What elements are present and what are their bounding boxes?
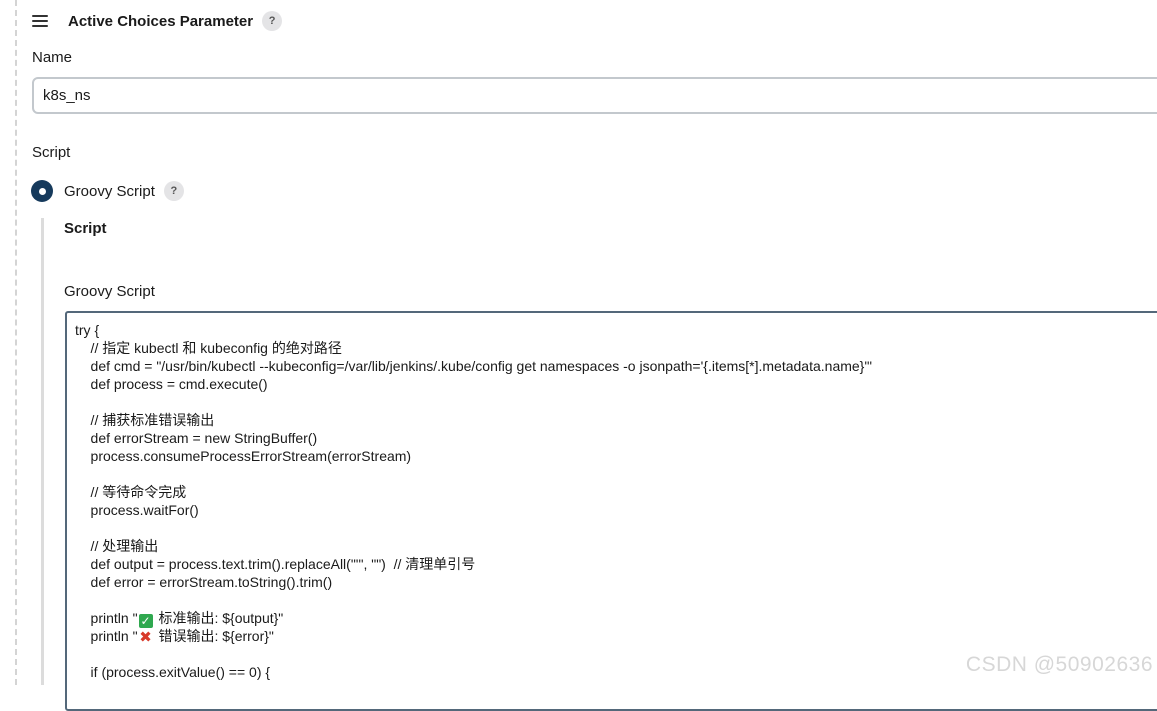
cross-mark-emoji: ✖ — [139, 629, 152, 646]
script-subsection-title: Script — [64, 220, 107, 237]
code-line: try { — [75, 322, 100, 338]
code-line-suffix: 标准输出: ${output}" — [154, 610, 284, 626]
nested-section-bar — [41, 218, 44, 685]
code-line: def output = process.text.trim().replace… — [75, 556, 476, 572]
groovy-script-editor[interactable]: try { // 指定 kubectl 和 kubeconfig 的绝对路径 d… — [65, 311, 1157, 711]
code-line-prefix: println " — [75, 628, 138, 644]
section-dashed-border — [15, 0, 17, 685]
check-mark-emoji: ✓ — [138, 614, 153, 628]
groovy-script-radio[interactable] — [31, 180, 53, 202]
code-line: // 等待命令完成 — [75, 484, 187, 500]
help-icon[interactable]: ? — [163, 181, 184, 201]
code-line-suffix: 错误输出: ${error}" — [154, 628, 274, 644]
groovy-script-field-label: Groovy Script — [64, 283, 155, 300]
groovy-script-option[interactable]: Groovy Script ? — [31, 178, 184, 204]
drag-handle-icon[interactable] — [32, 15, 48, 27]
parameter-header: Active Choices Parameter ? — [32, 8, 283, 34]
name-input[interactable] — [32, 77, 1157, 114]
code-line: // 处理输出 — [75, 538, 159, 554]
help-icon[interactable]: ? — [262, 11, 283, 31]
code-line: println " ✖ 错误输出: ${error}" — [75, 627, 1157, 645]
code-line: // 捕获标准错误输出 — [75, 412, 215, 428]
code-line-prefix: println " — [75, 610, 138, 626]
watermark: CSDN @50902636 — [965, 653, 1153, 676]
code-line: process.consumeProcessErrorStream(errorS… — [75, 448, 412, 464]
name-label: Name — [32, 49, 73, 66]
code-line: process.waitFor() — [75, 502, 199, 518]
code-line: def cmd = "/usr/bin/kubectl --kubeconfig… — [75, 358, 872, 374]
code-line: def errorStream = new StringBuffer() — [75, 430, 318, 446]
code-line: // 指定 kubectl 和 kubeconfig 的绝对路径 — [75, 340, 342, 356]
code-line: def process = cmd.execute() — [75, 376, 268, 392]
groovy-script-radio-label[interactable]: Groovy Script — [64, 183, 155, 200]
script-label: Script — [32, 144, 71, 161]
code-line: println " ✓ 标准输出: ${output}" — [75, 609, 1157, 628]
parameter-title: Active Choices Parameter — [68, 12, 254, 30]
code-line: def error = errorStream.toString().trim(… — [75, 574, 333, 590]
